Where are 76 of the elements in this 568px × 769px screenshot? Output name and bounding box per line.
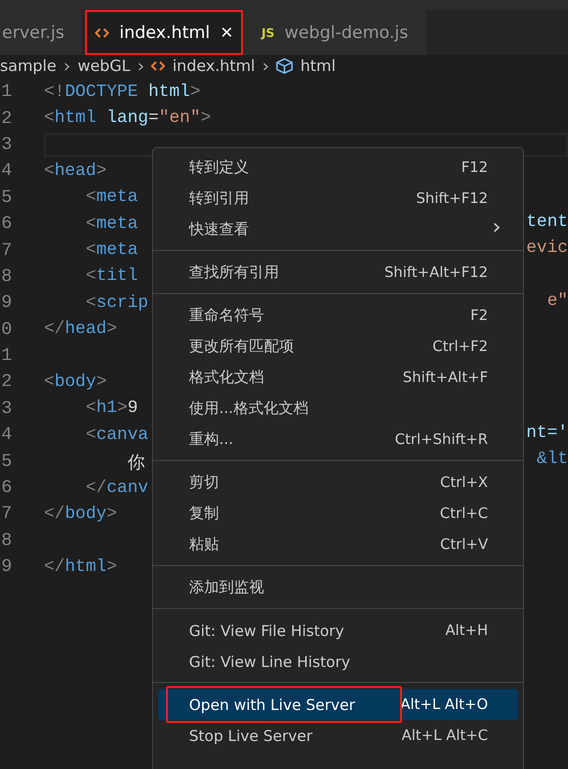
line-number: 5 [0, 188, 12, 208]
code-text: tent [526, 212, 568, 232]
menu-item[interactable]: 粘贴 Ctrl+V [158, 529, 518, 560]
line-number: 1 [0, 82, 12, 102]
breadcrumb-item[interactable]: html [300, 57, 336, 75]
editor-tab[interactable]: index.html ✕ [85, 10, 244, 55]
menu-item[interactable]: 格式化文档 Shift+Alt+F [158, 362, 518, 393]
code-line: </canv [84, 478, 148, 500]
code-line: <head> [44, 160, 107, 183]
line-number: 3 [0, 134, 12, 155]
line-number: 9 [0, 293, 12, 314]
menu-item[interactable]: 重构... Ctrl+Shift+R [158, 424, 518, 455]
code-line: <html lang="en"> [44, 108, 211, 130]
close-icon[interactable]: ✕ [220, 23, 234, 42]
chevron-icon: › [492, 215, 501, 240]
tab-label: erver.js [2, 22, 64, 42]
tab-label: webgl-demo.js [284, 22, 408, 42]
line-number: 5 [0, 452, 12, 472]
line-number: 2 [0, 372, 12, 392]
code-text: nt=' [526, 424, 568, 444]
js-file-icon: JS [261, 26, 275, 40]
code-line: <!DOCTYPE html> [44, 82, 201, 104]
code-line: <canva [84, 424, 148, 447]
code-line: 你 [126, 453, 144, 474]
code-text: evic [526, 239, 568, 258]
breadcrumb-item[interactable]: webGL [78, 57, 130, 75]
menu-item[interactable]: 更改所有匹配项 Ctrl+F2 [158, 331, 518, 362]
menu-item[interactable]: 重命名符号 F2 [158, 300, 518, 331]
tab-label: index.html [119, 22, 210, 42]
line-number: 4 [0, 425, 12, 446]
code-line: </body> [44, 504, 118, 526]
menu-item[interactable]: Git: View File History Alt+H [158, 615, 518, 646]
code-brackets-icon [151, 60, 166, 72]
code-brackets-icon [95, 26, 110, 38]
breadcrumb-item[interactable]: index.html [172, 57, 256, 75]
line-number: 3 [0, 398, 12, 419]
code-text: &lt [536, 450, 568, 470]
cube-icon [276, 58, 294, 74]
menu-item[interactable]: 查找所有引用 Shift+Alt+F12 [158, 257, 518, 288]
line-number: 8 [0, 266, 12, 287]
menu-item[interactable]: 复制 Ctrl+C [158, 498, 518, 529]
line-number: 1 [0, 346, 12, 366]
code-line: <meta [84, 214, 138, 236]
code-line: <titl [84, 266, 138, 288]
menu-item[interactable]: 使用...格式化文档 [158, 393, 518, 424]
menu-item[interactable]: 转到定义 F12 [158, 152, 518, 183]
line-number: 6 [0, 214, 12, 234]
chevron-icon: › [262, 56, 270, 76]
line-number: 2 [0, 108, 12, 129]
menu-item[interactable]: 快速查看 › [158, 214, 518, 245]
editor-tab[interactable]: erver.js [0, 10, 82, 55]
editor-tab[interactable]: JS webgl-demo.js [243, 10, 426, 55]
line-number: 0 [0, 320, 12, 340]
code-line: </html> [44, 556, 118, 579]
code-line: <body> [44, 372, 107, 394]
line-number: 4 [0, 161, 12, 182]
code-text: e" [547, 292, 568, 312]
code-line: </head> [44, 319, 118, 342]
line-number: 8 [0, 530, 12, 551]
line-number: 7 [0, 504, 12, 524]
chevron-icon: › [63, 56, 71, 76]
code-line: <h1>9 [84, 398, 138, 420]
breadcrumb-item[interactable]: sample [0, 57, 56, 75]
code-line: <meta [84, 240, 138, 262]
menu-item[interactable]: Open with Live Server Alt+L Alt+O [158, 689, 518, 720]
menu-item[interactable]: 添加到监视 [158, 572, 518, 603]
line-number: 6 [0, 478, 12, 498]
code-line: <meta [84, 187, 138, 210]
menu-item[interactable]: 转到引用 Shift+F12 [158, 183, 518, 214]
menu-item[interactable]: 剪切 Ctrl+X [158, 467, 518, 498]
line-number: 9 [0, 557, 12, 578]
code-line: <scrip [84, 292, 148, 315]
line-number: 7 [0, 240, 12, 261]
menu-item[interactable]: Stop Live Server Alt+L Alt+C [158, 720, 518, 751]
menu-item[interactable]: Git: View Line History [158, 646, 518, 677]
chevron-icon: › [137, 56, 144, 76]
